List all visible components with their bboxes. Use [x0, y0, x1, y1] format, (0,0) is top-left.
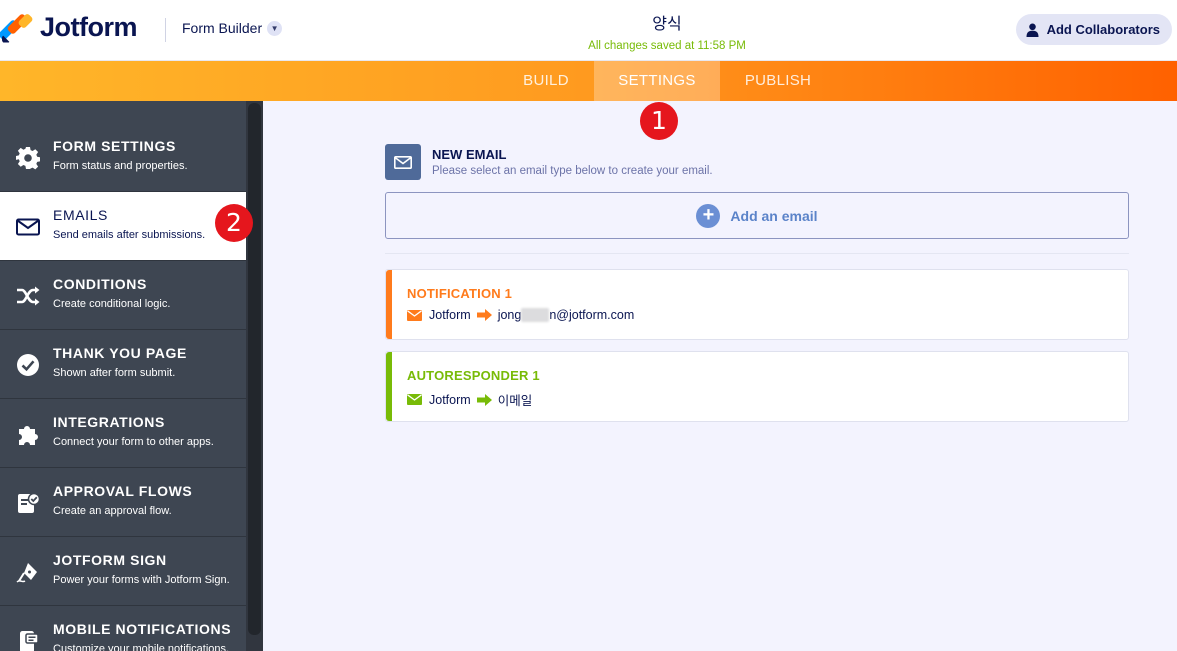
email-from: Jotform [429, 308, 471, 322]
brand-name: Jotform [40, 12, 138, 42]
chevron-down-icon: ▼ [267, 20, 283, 36]
sidebar-item-desc: Power your forms with Jotform Sign. [53, 574, 230, 586]
arrow-right-icon [476, 309, 492, 321]
sidebar-item-desc: Connect your form to other apps. [53, 436, 214, 448]
header: Jotform Form Builder ▼ 양식 All changes sa… [0, 0, 1177, 61]
email-from: Jotform [429, 392, 471, 407]
email-card-title: NOTIFICATION 1 [407, 286, 513, 301]
email-route: Jotform jong n@jotform.com [407, 308, 634, 322]
sidebar-item-thank-you-page[interactable]: THANK YOU PAGE Shown after form submit. [0, 330, 246, 399]
plus-icon: + [696, 203, 721, 228]
envelope-icon [385, 144, 421, 180]
sidebar-item-title: THANK YOU PAGE [53, 345, 187, 361]
sidebar-item-mobile-notifications[interactable]: MOBILE NOTIFICATIONS Customize your mobi… [0, 606, 246, 651]
sidebar-item-title: JOTFORM SIGN [53, 552, 167, 568]
email-to: 이메일 [497, 393, 533, 408]
settings-sidebar: FORM SETTINGS Form status and properties… [0, 101, 246, 651]
email-to-prefix: jong [497, 308, 522, 322]
form-title[interactable]: 양식 [567, 10, 767, 34]
sidebar-item-desc: Customize your mobile notifications. [53, 643, 230, 651]
save-status: All changes saved at 11:58 PM [588, 40, 746, 52]
puzzle-icon [14, 421, 42, 447]
envelope-icon [14, 214, 42, 240]
add-collaborators-label: Add Collaborators [1046, 22, 1160, 37]
email-card-notification[interactable]: NOTIFICATION 1 Jotform jong n@jotform.com [385, 269, 1129, 340]
check-circle-icon [14, 352, 42, 378]
sidebar-item-title: INTEGRATIONS [53, 414, 165, 430]
tab-publish[interactable]: PUBLISH [740, 61, 816, 101]
card-accent-bar [386, 270, 392, 339]
sidebar-item-approval-flows[interactable]: APPROVAL FLOWS Create an approval flow. [0, 468, 246, 537]
new-email-subtitle: Please select an email type below to cre… [432, 165, 713, 177]
tab-settings[interactable]: SETTINGS [594, 61, 720, 101]
new-email-header: NEW EMAIL Please select an email type be… [385, 144, 713, 180]
jotform-logo-icon [0, 12, 34, 43]
annotation-marker-1: 1 [640, 102, 678, 140]
sidebar-item-integrations[interactable]: INTEGRATIONS Connect your form to other … [0, 399, 246, 468]
header-divider [165, 18, 166, 42]
top-nav: BUILD SETTINGS PUBLISH [0, 61, 1177, 101]
sidebar-item-desc: Send emails after submissions. [53, 229, 206, 241]
sidebar-item-title: CONDITIONS [53, 276, 147, 292]
sidebar-item-title: MOBILE NOTIFICATIONS [53, 621, 232, 637]
add-email-button[interactable]: + Add an email [385, 192, 1129, 239]
redacted-text [521, 308, 550, 322]
approval-icon [14, 490, 42, 516]
sidebar-item-desc: Form status and properties. [53, 160, 188, 172]
shuffle-icon [14, 283, 42, 309]
email-to-suffix: n@jotform.com [549, 308, 635, 322]
email-card-title: AUTORESPONDER 1 [407, 368, 540, 383]
form-builder-label: Form Builder [182, 20, 263, 36]
add-email-label: Add an email [730, 207, 818, 224]
sidebar-item-desc: Shown after form submit. [53, 367, 176, 379]
sidebar-item-conditions[interactable]: CONDITIONS Create conditional logic. [0, 261, 246, 330]
sidebar-item-jotform-sign[interactable]: JOTFORM SIGN Power your forms with Jotfo… [0, 537, 246, 606]
sidebar-item-title: EMAILS [53, 207, 108, 223]
envelope-icon [407, 394, 422, 405]
jotform-logo[interactable]: Jotform [0, 12, 138, 43]
mobile-icon [14, 628, 42, 651]
sidebar-item-title: FORM SETTINGS [53, 138, 176, 154]
annotation-marker-2: 2 [215, 204, 253, 242]
arrow-right-icon [476, 393, 492, 406]
email-route: Jotform 이메일 [407, 390, 532, 409]
tab-build[interactable]: BUILD [518, 61, 574, 101]
sidebar-scroll-thumb[interactable] [248, 103, 261, 635]
envelope-icon [407, 309, 422, 321]
sidebar-item-emails[interactable]: EMAILS Send emails after submissions. [0, 192, 246, 261]
sidebar-scrollbar[interactable] [246, 101, 263, 651]
sidebar-item-desc: Create an approval flow. [53, 505, 172, 517]
sidebar-item-desc: Create conditional logic. [53, 298, 171, 310]
form-builder-dropdown[interactable]: Form Builder ▼ [182, 20, 283, 36]
user-icon [1026, 23, 1039, 37]
sidebar-item-form-settings[interactable]: FORM SETTINGS Form status and properties… [0, 123, 246, 192]
sidebar-item-title: APPROVAL FLOWS [53, 483, 193, 499]
add-collaborators-button[interactable]: Add Collaborators [1015, 14, 1172, 45]
new-email-title: NEW EMAIL [432, 147, 507, 162]
form-title-area: 양식 All changes saved at 11:58 PM [567, 10, 767, 52]
card-accent-bar [386, 352, 392, 421]
pen-icon [14, 559, 42, 585]
email-card-autoresponder[interactable]: AUTORESPONDER 1 Jotform 이메일 [385, 351, 1129, 422]
divider [385, 253, 1129, 254]
gear-icon [14, 145, 42, 171]
